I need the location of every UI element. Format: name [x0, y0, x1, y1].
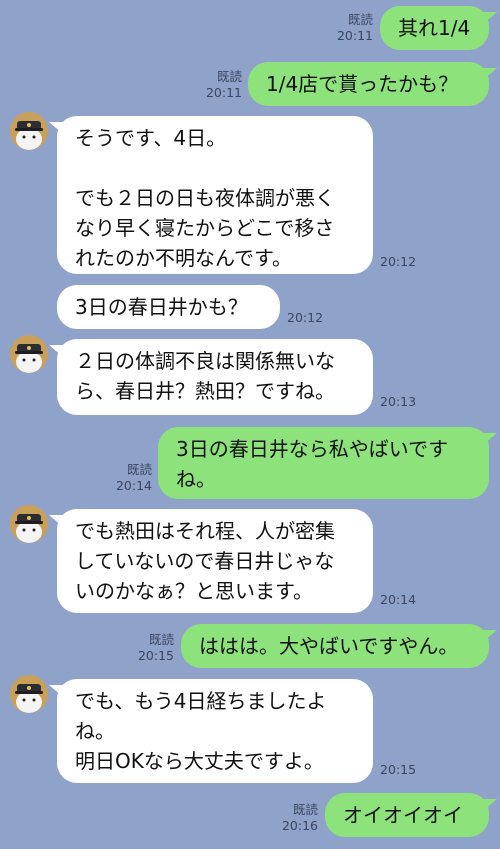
read-receipt: 既読 [148, 632, 174, 647]
message-bubble[interactable]: 3日の春日井かも？ [57, 285, 280, 329]
message-time: 20:12 [287, 310, 324, 325]
message-meta: 既読 20:11 [325, 12, 373, 44]
message-meta: 既読 20:16 [270, 802, 318, 834]
message-time: 20:11 [336, 28, 373, 43]
message-bubble[interactable]: そうです、4日。 でも２日の日も夜体調が悪く なり早く寝たからどこで移さ れたの… [49, 116, 373, 274]
message-time: 20:11 [205, 85, 242, 100]
read-receipt: 既読 [216, 69, 242, 84]
message-bubble[interactable]: ２日の体調不良は関係無いな ら、春日井？熱田？ですね。 [49, 339, 373, 415]
message-bubble[interactable]: でも、もう4日経ちましたよ ね。 明日OKなら大丈夫ですよ。 [49, 679, 373, 783]
message-time: 20:15 [380, 762, 417, 777]
message-time: 20:14 [380, 592, 417, 607]
message-time: 20:12 [380, 254, 417, 269]
captain-cat-avatar-icon[interactable] [10, 675, 48, 713]
message-time: 20:14 [115, 478, 152, 493]
read-receipt: 既読 [126, 462, 152, 477]
captain-cat-avatar-icon[interactable] [10, 112, 48, 150]
message-bubble[interactable]: オイオイオイ [325, 793, 497, 837]
message-bubble[interactable]: 1/4店で貰ったかも？ [248, 62, 497, 106]
message-time: 20:16 [281, 818, 318, 833]
captain-cat-avatar-icon[interactable] [10, 335, 48, 373]
message-time: 20:13 [380, 394, 417, 409]
captain-cat-avatar-icon[interactable] [10, 505, 48, 543]
message-meta: 既読 20:14 [104, 462, 152, 494]
read-receipt: 既読 [347, 12, 373, 27]
message-bubble[interactable]: 3日の春日井なら私やばいです ね。 [158, 427, 497, 499]
message-bubble[interactable]: 其れ1/4 [380, 6, 497, 50]
message-bubble[interactable]: ははは。大やばいですやん。 [181, 624, 497, 668]
read-receipt: 既読 [292, 802, 318, 817]
message-time: 20:15 [137, 648, 174, 663]
chat-area[interactable]: 既読 20:11 其れ1/4 既読 20:11 1/4店で貰ったかも？ そうです… [0, 0, 500, 849]
message-meta: 既読 20:11 [194, 69, 242, 101]
message-bubble[interactable]: でも熱田はそれ程、人が密集 していないので春日井じゃな いのかなぁ？と思います。 [49, 509, 373, 613]
message-meta: 既読 20:15 [126, 632, 174, 664]
